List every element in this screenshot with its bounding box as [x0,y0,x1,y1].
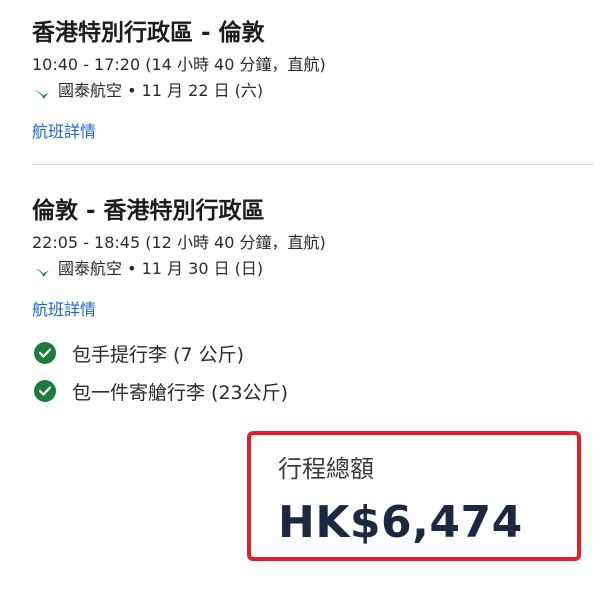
trip-total-amount: HK$6,474 [278,497,523,548]
outbound-airline-row: 國泰航空 • 11 月 22 日 (六) [32,78,600,104]
return-route-title: 倫敦 - 香港特別行政區 [32,198,265,224]
section-divider [32,164,594,165]
list-item: 包手提行李 (7 公斤) [34,334,288,372]
list-item: 包一件寄艙行李 (23公斤) [34,372,288,410]
check-circle-icon [34,380,56,402]
baggage-list: 包手提行李 (7 公斤) 包一件寄艙行李 (23公斤) [34,334,288,410]
cathay-pacific-logo-icon [32,84,50,99]
cathay-pacific-logo-icon [32,262,50,277]
outbound-flight-times: 10:40 - 17:20 (14 小時 40 分鐘，直航) [32,55,326,74]
return-flight-section: 倫敦 - 香港特別行政區 22:05 - 18:45 (12 小時 40 分鐘，… [32,194,600,322]
outbound-route-title: 香港特別行政區 - 倫敦 [32,20,265,46]
return-flight-details-link[interactable]: 航班詳情 [32,298,96,322]
trip-total-label: 行程總額 [278,455,374,483]
return-flight-times: 22:05 - 18:45 (12 小時 40 分鐘，直航) [32,233,326,252]
check-circle-icon [34,342,56,364]
outbound-flight-section: 香港特別行政區 - 倫敦 10:40 - 17:20 (14 小時 40 分鐘，… [32,16,600,144]
checked-baggage-text: 包一件寄艙行李 (23公斤) [72,381,289,404]
return-airline-row: 國泰航空 • 11 月 30 日 (日) [32,256,600,282]
outbound-flight-details-link[interactable]: 航班詳情 [32,120,96,144]
trip-total-box: 行程總額 HK$6,474 [247,431,581,561]
carry-on-baggage-text: 包手提行李 (7 公斤) [72,343,244,366]
return-airline-date: 國泰航空 • 11 月 30 日 (日) [58,259,264,278]
outbound-airline-date: 國泰航空 • 11 月 22 日 (六) [58,81,264,100]
